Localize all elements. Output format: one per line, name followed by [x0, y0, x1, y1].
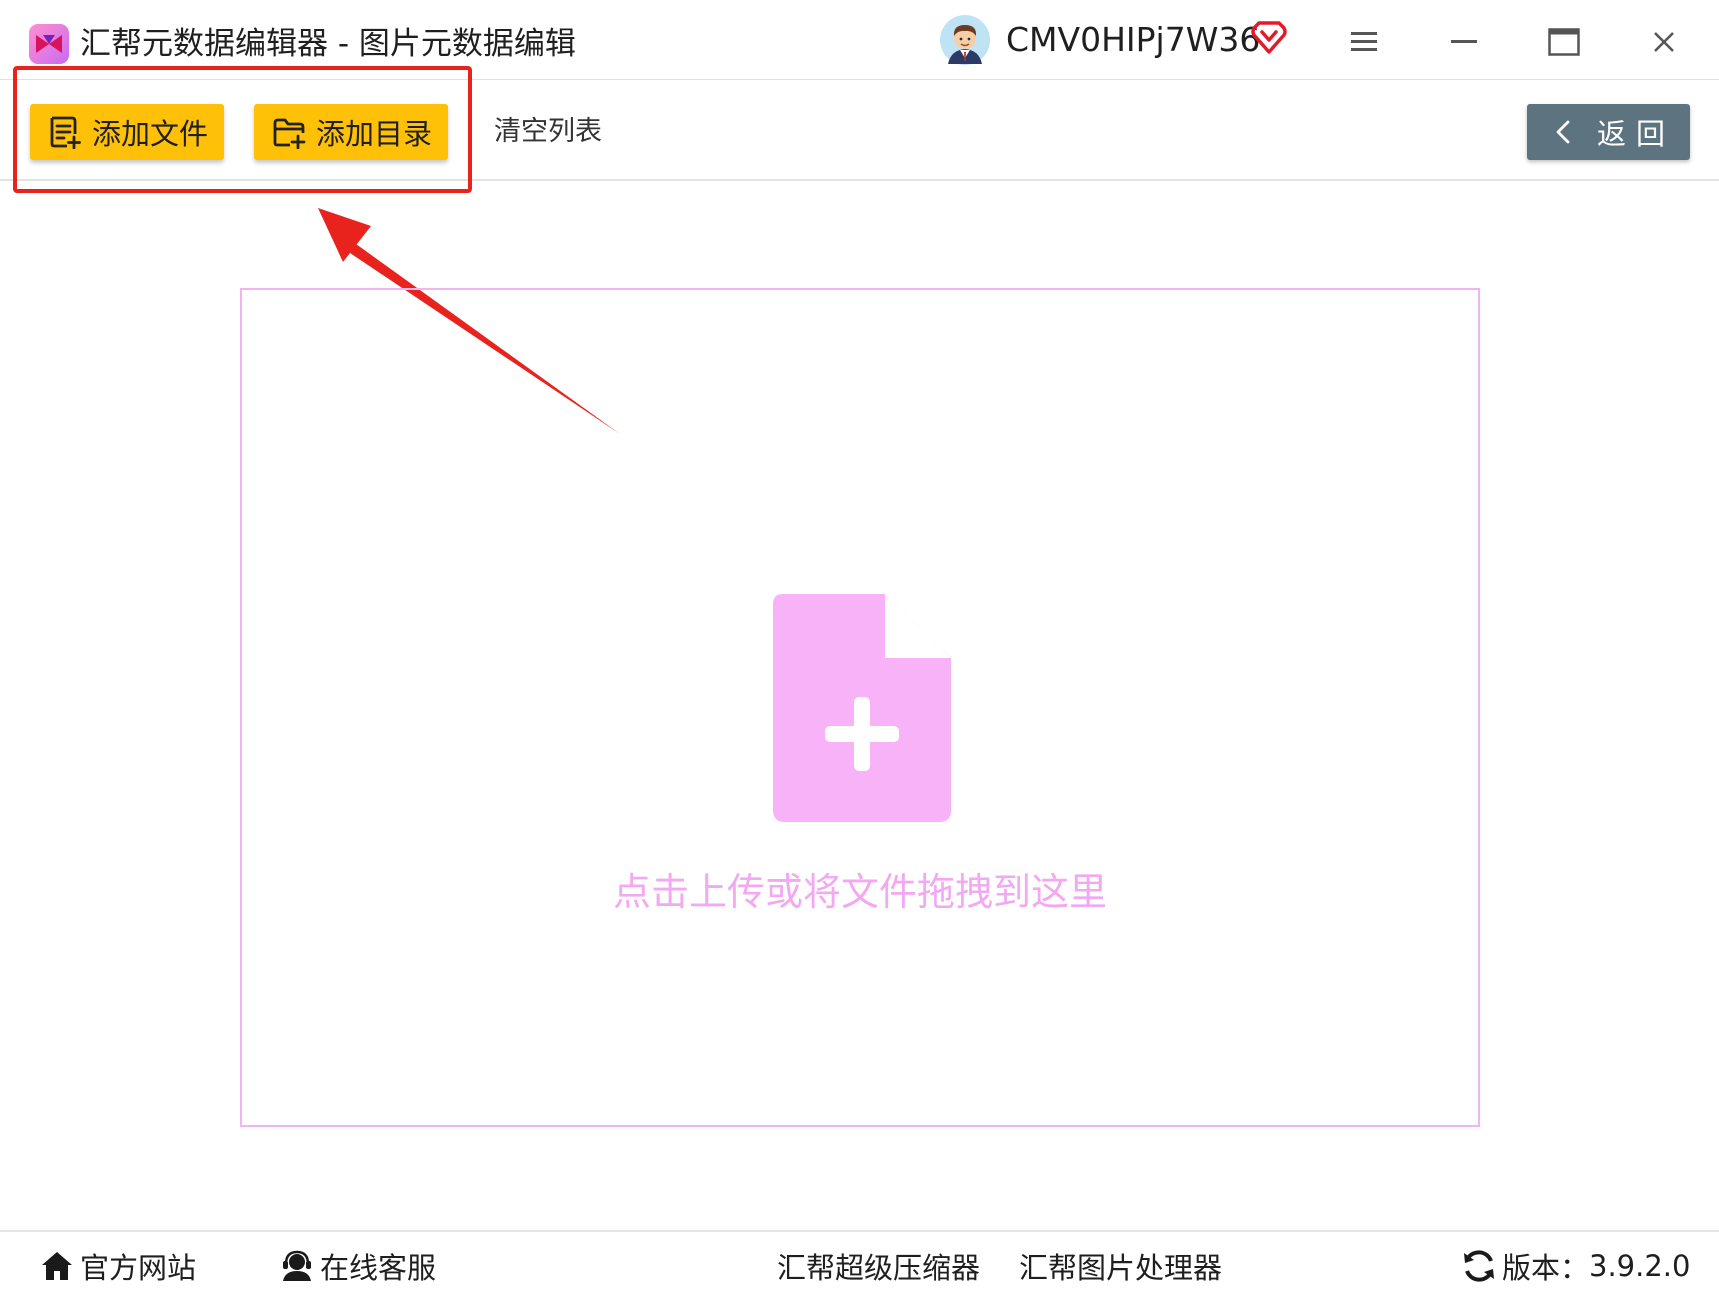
minimize-button[interactable]	[1434, 14, 1494, 70]
image-processor-link[interactable]: 汇帮图片处理器	[1019, 1244, 1222, 1288]
add-file-button[interactable]: 添加文件	[30, 104, 224, 160]
username[interactable]: CMV0HIPj7W36	[1006, 18, 1260, 62]
maximize-icon	[1548, 28, 1580, 56]
maximize-button[interactable]	[1534, 14, 1594, 70]
add-directory-button[interactable]: 添加目录	[254, 104, 448, 160]
back-label: 返回	[1597, 117, 1676, 151]
online-support-label: 在线客服	[320, 1251, 437, 1285]
hamburger-menu-button[interactable]	[1334, 14, 1394, 70]
avatar-icon[interactable]	[939, 14, 991, 66]
version-info: 版本： 3.9.2.0	[1462, 1244, 1690, 1288]
online-support-link[interactable]: 在线客服	[280, 1244, 436, 1288]
toolbar: 添加文件 添加目录 清空列表 返回	[0, 80, 1719, 181]
official-website-label: 官方网站	[80, 1251, 197, 1285]
hamburger-menu-icon	[1351, 32, 1377, 51]
add-folder-icon	[273, 118, 306, 149]
back-button[interactable]: 返回	[1527, 104, 1690, 160]
compressor-link[interactable]: 汇帮超级压缩器	[777, 1244, 980, 1288]
footer: 官方网站 在线客服 汇帮超级压缩器 汇帮图片处理器 版本： 3.9.2.0	[0, 1230, 1719, 1299]
refresh-icon[interactable]	[1462, 1249, 1496, 1283]
clear-list-button[interactable]: 清空列表	[494, 113, 602, 151]
headset-user-icon	[283, 1250, 311, 1281]
chevron-left-icon	[1556, 120, 1570, 144]
vip-heart-icon[interactable]	[1250, 18, 1288, 56]
minimize-icon	[1451, 40, 1477, 43]
title-bar: 汇帮元数据编辑器 - 图片元数据编辑 CMV0HIPj7W36	[0, 0, 1719, 80]
close-icon	[1654, 32, 1674, 52]
version-label: 版本：	[1502, 1251, 1590, 1285]
add-directory-label: 添加目录	[316, 117, 433, 151]
add-file-icon	[50, 116, 81, 149]
file-drop-zone[interactable]: 点击上传或将文件拖拽到这里	[240, 288, 1480, 1127]
add-file-label: 添加文件	[92, 117, 209, 151]
close-button[interactable]	[1634, 14, 1694, 70]
file-plus-icon	[773, 594, 951, 822]
version-value: 3.9.2.0	[1589, 1249, 1691, 1283]
home-icon	[42, 1252, 72, 1280]
official-website-link[interactable]: 官方网站	[40, 1244, 196, 1288]
window-title: 汇帮元数据编辑器 - 图片元数据编辑	[80, 26, 576, 62]
app-logo-icon	[29, 24, 69, 64]
drop-zone-hint: 点击上传或将文件拖拽到这里	[612, 870, 1107, 914]
